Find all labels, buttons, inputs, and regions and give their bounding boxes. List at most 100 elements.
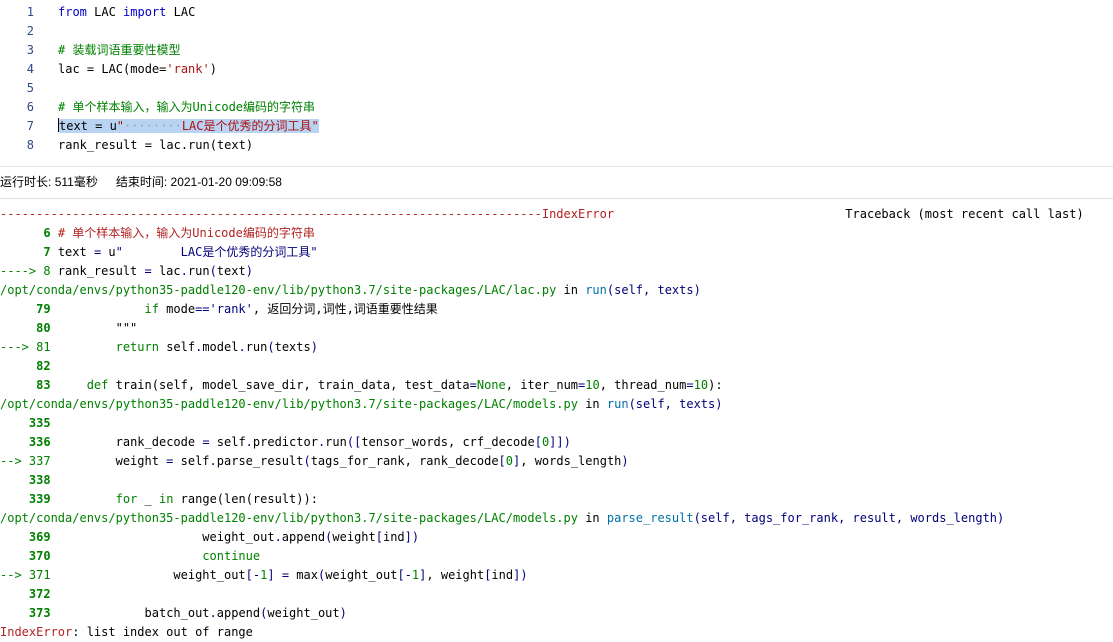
code-token: # 装载词语重要性模型 — [58, 43, 181, 57]
traceback-token: train(self, model_save_dir, train_data, … — [108, 378, 470, 392]
traceback-token — [0, 530, 29, 544]
traceback-token: [ — [397, 568, 405, 582]
traceback-token: ---> 81 — [0, 340, 51, 354]
traceback-token: ([ — [346, 435, 362, 449]
traceback-token: --> 371 — [0, 568, 51, 582]
traceback-token: tensor_words, crf_decode — [361, 435, 535, 449]
traceback-line: 338 — [0, 471, 51, 490]
line-number: 2 — [26, 24, 34, 38]
line-number: 3 — [26, 43, 34, 57]
code-token: LAC是个优秀的分词工具" — [181, 119, 319, 133]
duration-value: 511毫秒 — [54, 175, 98, 189]
traceback-token: run — [325, 435, 347, 449]
code-text[interactable]: from LAC import LAC — [58, 3, 195, 22]
traceback-token: batch_out — [50, 606, 210, 620]
traceback-token — [0, 302, 36, 316]
traceback-token: ( — [303, 454, 311, 468]
traceback-token: : list index out of range — [72, 625, 253, 639]
traceback-token: model — [202, 340, 239, 354]
traceback-token: 'rank' — [209, 302, 253, 316]
code-text[interactable]: text = u"········LAC是个优秀的分词工具" — [58, 117, 319, 136]
traceback-token: ----------------------------------------… — [0, 207, 542, 221]
traceback-token: (self, texts) — [606, 283, 701, 297]
traceback-token: text — [50, 245, 94, 259]
traceback-token: self — [173, 454, 210, 468]
code-text[interactable]: # 单个样本输入，输入为Unicode编码的字符串 — [58, 98, 315, 117]
traceback-token: run — [245, 340, 268, 354]
traceback-line: 373 batch_out.append(weight_out) — [0, 604, 347, 623]
traceback-token: = — [144, 264, 152, 278]
traceback-token: == — [195, 302, 210, 316]
code-text[interactable]: rank_result = lac.run(text) — [58, 136, 253, 155]
traceback-token: , thread_num — [599, 378, 687, 392]
traceback-token: IndexError — [0, 625, 73, 639]
traceback-token: . — [245, 435, 253, 449]
traceback-token: append — [281, 530, 326, 544]
traceback-token — [51, 378, 87, 392]
end-time-label: 结束时间: — [115, 175, 168, 189]
line-number: 1 — [26, 5, 34, 19]
traceback-token: 7 — [43, 245, 51, 259]
traceback-token: 372 — [28, 587, 51, 601]
traceback-token: ]) — [513, 568, 528, 582]
traceback-token: Traceback (most recent call last) — [614, 207, 1084, 221]
traceback-token — [275, 568, 282, 582]
traceback-token: mode — [158, 302, 196, 316]
traceback-token: predictor — [252, 435, 318, 449]
traceback-token: weight_out — [50, 530, 275, 544]
traceback-line: /opt/conda/envs/python35-paddle120-env/l… — [0, 395, 722, 414]
traceback-token — [0, 492, 29, 506]
traceback-token: , iter_num — [505, 378, 579, 392]
traceback-line: 79 if mode=='rank', 返回分词,词性,词语重要性结果 — [0, 300, 438, 319]
traceback-line: ----> 8 rank_result = lac.run(text) — [0, 262, 253, 281]
traceback-token — [0, 606, 29, 620]
traceback-token — [0, 435, 29, 449]
traceback-token: run — [606, 397, 629, 411]
traceback-token — [0, 359, 36, 373]
traceback-token: (self, tags_for_rank, result, words_leng… — [693, 511, 1005, 525]
traceback-token: parse_result — [606, 511, 694, 525]
code-text[interactable]: # 装载词语重要性模型 — [58, 41, 180, 60]
traceback-token: = — [686, 378, 694, 392]
traceback-token: ) — [339, 606, 347, 620]
traceback-token: # 单个样本输入，输入为Unicode编码的字符串 — [50, 226, 315, 240]
traceback-token: """ — [50, 321, 138, 335]
traceback-token — [0, 549, 29, 563]
traceback-token: IndexError — [541, 207, 615, 221]
traceback-token: ] — [267, 568, 275, 582]
traceback-token: /opt/conda/envs/python35-paddle120-env/l… — [0, 397, 578, 411]
traceback-token: 373 — [28, 606, 51, 620]
run-info-bar: 运行时长: 511毫秒 结束时间: 2021-01-20 09:09:58 — [0, 170, 282, 194]
traceback-token — [0, 245, 43, 259]
traceback-token: for — [115, 492, 138, 506]
traceback-token: run — [187, 264, 210, 278]
code-text[interactable]: lac = LAC(mode='rank') — [58, 60, 217, 79]
output-divider — [0, 198, 1113, 199]
traceback-token: [ — [534, 435, 542, 449]
traceback-line: --> 371 weight_out[-1] = max(weight_out[… — [0, 566, 528, 585]
code-editor-cell[interactable]: 1 from LAC import LAC 2 3 # 装载词语重要性模型 4 lac = … — [0, 0, 1113, 167]
traceback-token: lac — [151, 264, 181, 278]
line-number: 5 — [26, 81, 34, 95]
code-token: LAC — [166, 5, 196, 19]
traceback-token: 80 — [36, 321, 51, 335]
traceback-token: continue — [202, 549, 261, 563]
traceback-token: ind — [491, 568, 514, 582]
traceback-token: return — [115, 340, 159, 354]
traceback-line: 83 def train(self, model_save_dir, train… — [0, 376, 722, 395]
traceback-token: ind — [382, 530, 405, 544]
traceback-token: ( — [209, 264, 217, 278]
traceback-token: ) — [245, 264, 253, 278]
traceback-token: _ — [137, 492, 159, 506]
traceback-token: ) — [621, 454, 629, 468]
traceback-token: --> 337 — [0, 454, 51, 468]
traceback-token: . — [209, 454, 217, 468]
traceback-token — [0, 473, 29, 487]
traceback-token: in — [556, 283, 586, 297]
traceback-token: weight_out — [325, 568, 398, 582]
traceback-token: = — [469, 378, 477, 392]
traceback-token: max — [289, 568, 318, 582]
traceback-token: , words_length — [520, 454, 622, 468]
traceback-token: [ — [498, 454, 506, 468]
traceback-token: weight — [332, 530, 376, 544]
